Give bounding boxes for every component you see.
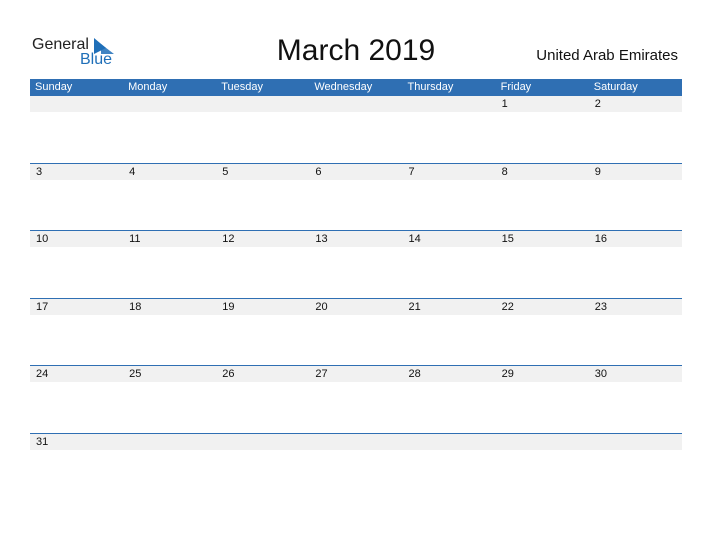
day-cell: 14 (408, 233, 421, 246)
day-cell: 31 (36, 435, 49, 448)
day-cell: 27 (315, 368, 328, 381)
date-band: 24 25 26 27 28 29 30 (30, 366, 682, 383)
day-cell: 13 (315, 233, 328, 246)
day-cell: 7 (408, 165, 415, 178)
day-cell (496, 434, 589, 450)
day-cell: 30 (594, 368, 607, 381)
day-cell: 8 (501, 165, 508, 178)
date-band: 3 4 5 6 7 8 9 (30, 163, 682, 180)
day-cell: 21 (408, 300, 421, 313)
day-cell (30, 96, 123, 112)
week-row: 17 18 19 20 21 22 23 (30, 297, 682, 366)
day-cell: 26 (222, 368, 235, 381)
week-row: 24 25 26 27 28 29 30 (30, 365, 682, 433)
date-band: 31 (30, 433, 682, 450)
day-cell: 3 (36, 165, 43, 178)
weekday-header: Thursday (407, 81, 454, 93)
week-row: 1 2 (30, 96, 682, 163)
day-cell: 2 (594, 98, 601, 110)
country-label: United Arab Emirates (536, 47, 678, 64)
day-cell: 15 (501, 233, 514, 246)
day-cell (309, 434, 402, 450)
date-band: 10 11 12 13 14 15 16 (30, 231, 682, 248)
weekday-header-row: Sunday Monday Tuesday Wednesday Thursday… (30, 79, 682, 96)
day-cell: 10 (36, 233, 49, 246)
day-cell: 22 (501, 300, 514, 313)
date-band: 1 2 (30, 96, 682, 112)
day-cell (589, 434, 682, 450)
day-cell: 29 (501, 368, 514, 381)
day-cell (216, 434, 309, 450)
week-row: 3 4 5 6 7 8 9 (30, 162, 682, 231)
week-row: 31 (30, 432, 682, 501)
day-cell: 28 (408, 368, 421, 381)
day-cell: 23 (594, 300, 607, 313)
day-cell: 11 (129, 233, 141, 246)
day-cell: 16 (594, 233, 607, 246)
day-cell: 20 (315, 300, 328, 313)
day-cell: 9 (594, 165, 601, 178)
day-cell: 1 (501, 98, 508, 110)
weekday-header: Friday (500, 81, 532, 93)
day-cell (123, 434, 216, 450)
day-cell: 24 (36, 368, 49, 381)
day-cell: 19 (222, 300, 235, 313)
day-cell: 12 (222, 233, 235, 246)
day-cell: 6 (315, 165, 322, 178)
day-cell (403, 434, 496, 450)
day-cell: 4 (129, 165, 136, 178)
day-cell (309, 96, 402, 112)
day-cell: 5 (222, 165, 229, 178)
weekday-header: Wednesday (314, 81, 373, 93)
day-cell (216, 96, 309, 112)
weekday-header: Tuesday (221, 81, 264, 93)
day-cell: 18 (129, 300, 142, 313)
day-cell (123, 96, 216, 112)
weekday-header: Monday (128, 81, 168, 93)
calendar-grid: Sunday Monday Tuesday Wednesday Thursday… (30, 79, 682, 501)
weekday-header: Saturday (593, 81, 638, 93)
day-cell: 17 (36, 300, 49, 313)
weekday-header: Sunday (35, 81, 73, 93)
day-cell (403, 96, 496, 112)
day-cell: 25 (129, 368, 142, 381)
week-row: 10 11 12 13 14 15 16 (30, 230, 682, 298)
date-band: 17 18 19 20 21 22 23 (30, 298, 682, 315)
